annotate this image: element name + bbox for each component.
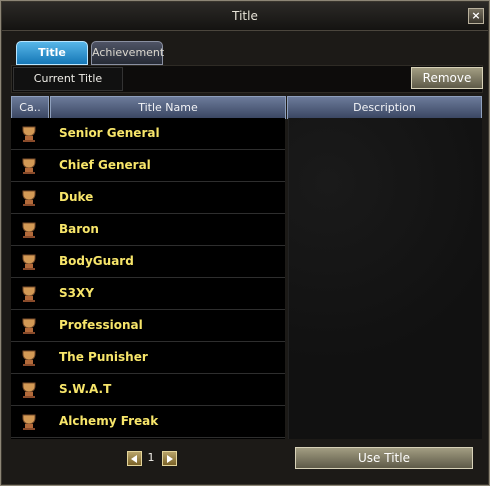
close-icon: × [471,9,481,22]
trophy-icon [19,124,39,144]
window-title: Title [232,9,258,23]
title-row-label: Professional [59,318,143,332]
trophy-icon [19,316,39,336]
title-row-label: Chief General [59,158,151,172]
tab-title[interactable]: Title [16,41,88,65]
title-window: Title × Title Achievement Current Title … [0,0,490,486]
title-row[interactable]: Senior General [11,118,285,150]
trophy-icon [19,284,39,304]
trophy-icon [19,348,39,368]
title-row-label: S3XY [59,286,94,300]
title-row[interactable]: Baron [11,214,285,246]
prev-page-button[interactable] [127,451,142,466]
title-row-label: Alchemy Freak [59,414,159,428]
trophy-icon [19,188,39,208]
title-row-label: BodyGuard [59,254,134,268]
title-row[interactable]: BodyGuard [11,246,285,278]
use-title-button[interactable]: Use Title [295,447,473,469]
tab-achievement[interactable]: Achievement [91,41,164,65]
column-header-description: Description [287,96,482,119]
column-header-category[interactable]: Ca.. [11,96,49,119]
remove-button[interactable]: Remove [411,67,483,89]
column-header-title-name[interactable]: Title Name [50,96,286,119]
title-row-label: The Punisher [59,350,148,364]
trophy-icon [19,252,39,272]
window-titlebar[interactable]: Title × [2,2,488,31]
title-row-label: Duke [59,190,94,204]
title-list[interactable]: Senior General Chief General Duke Baron … [11,118,285,439]
title-row-label: Baron [59,222,99,236]
title-row-label: Senior General [59,126,160,140]
current-title-label: Current Title [13,67,123,91]
title-row[interactable]: Alchemy Freak [11,406,285,438]
trophy-icon [19,220,39,240]
description-panel [288,118,482,439]
title-row[interactable]: Chief General [11,150,285,182]
trophy-icon [19,412,39,432]
close-button[interactable]: × [468,8,484,24]
trophy-icon [19,380,39,400]
page-number: 1 [147,451,155,464]
title-row[interactable]: S3XY [11,278,285,310]
title-row[interactable]: S.W.A.T [11,374,285,406]
title-row[interactable]: Duke [11,182,285,214]
trophy-icon [19,156,39,176]
next-page-button[interactable] [162,451,177,466]
title-row[interactable]: Professional [11,310,285,342]
title-row-label: S.W.A.T [59,382,112,396]
title-row[interactable]: The Punisher [11,342,285,374]
